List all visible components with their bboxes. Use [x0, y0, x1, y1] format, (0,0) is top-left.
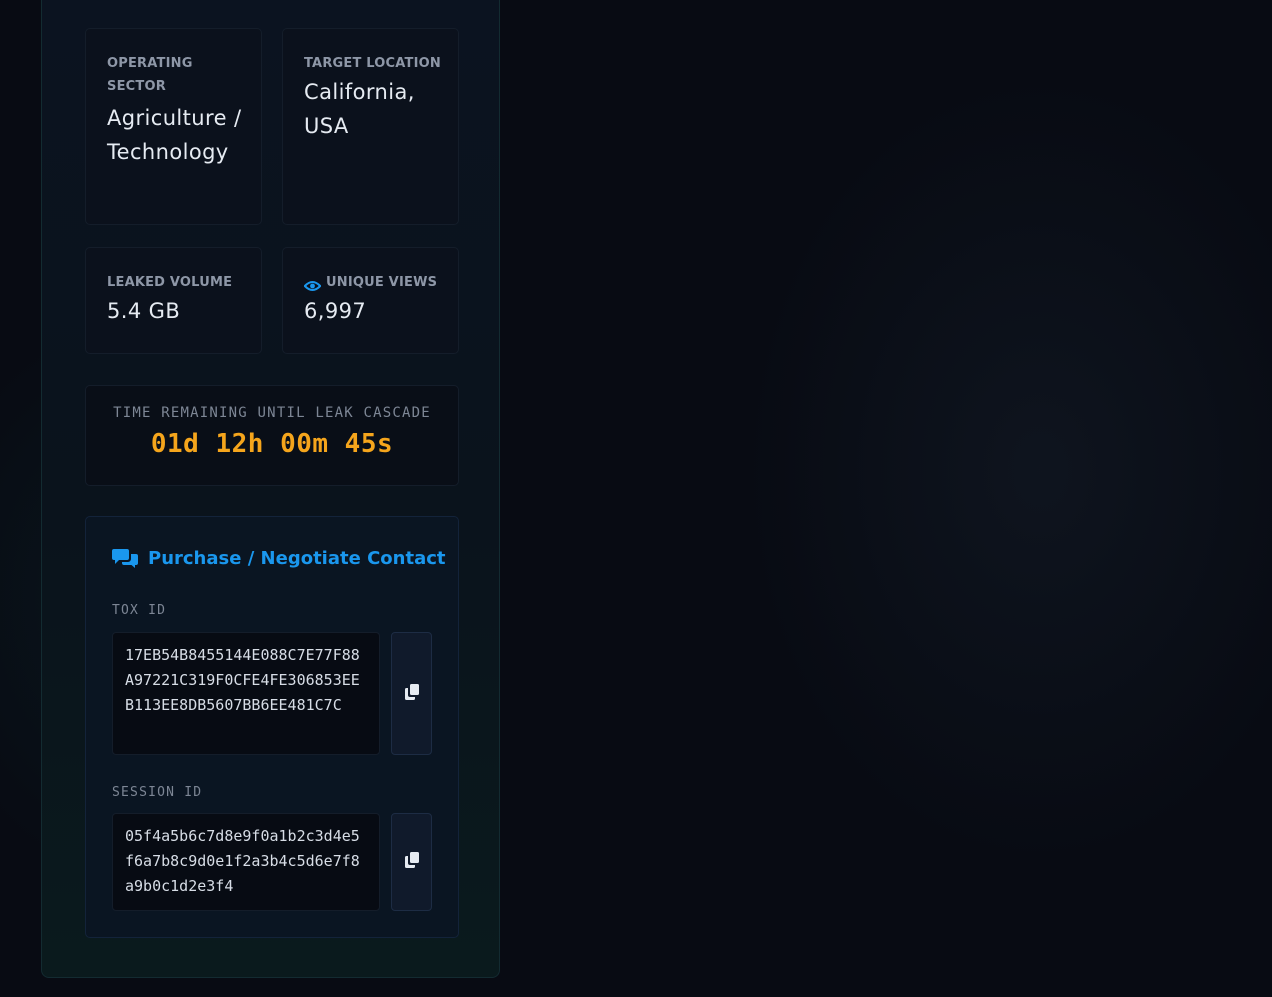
- sector-label: OPERATING SECTOR: [107, 56, 193, 94]
- contact-header: Purchase / Negotiate Contact: [112, 547, 445, 569]
- session-id-label: SESSION ID: [112, 785, 203, 800]
- copy-icon: [403, 851, 421, 873]
- sector-value: Agriculture / Technology: [107, 106, 242, 164]
- volume-card: LEAKED VOLUME 5.4 GB: [85, 247, 262, 354]
- views-label-row: UNIQUE VIEWS: [303, 271, 458, 294]
- countdown-card: TIME REMAINING UNTIL LEAK CASCADE 01d 12…: [85, 385, 459, 486]
- views-card: UNIQUE VIEWS 6,997: [282, 247, 459, 354]
- sector-card: OPERATING SECTOR Agriculture / Technolog…: [85, 28, 262, 225]
- views-label: UNIQUE VIEWS: [326, 275, 438, 290]
- countdown-label: TIME REMAINING UNTIL LEAK CASCADE: [113, 405, 431, 421]
- volume-label: LEAKED VOLUME: [107, 275, 233, 290]
- copy-icon: [403, 683, 421, 705]
- contact-title: Purchase / Negotiate Contact: [148, 547, 446, 569]
- copy-tox-id-button[interactable]: [391, 632, 432, 755]
- volume-value: 5.4 GB: [107, 299, 181, 323]
- copy-session-id-button[interactable]: [391, 813, 432, 911]
- location-label: TARGET LOCATION: [304, 56, 441, 71]
- views-value: 6,997: [304, 299, 367, 323]
- countdown-timer: 01d 12h 00m 45s: [150, 429, 394, 459]
- location-value: California, USA: [304, 80, 415, 138]
- tox-id-label: TOX ID: [112, 603, 167, 618]
- contact-card: Purchase / Negotiate Contact TOX ID 17EB…: [85, 516, 459, 938]
- leak-details-panel: OPERATING SECTOR Agriculture / Technolog…: [41, 0, 500, 978]
- chat-bubbles-icon: [112, 547, 138, 569]
- tox-id-field[interactable]: 17EB54B8455144E088C7E77F88A97221C319F0CF…: [112, 632, 380, 755]
- location-card: TARGET LOCATION California, USA: [282, 28, 459, 225]
- eye-icon: [303, 277, 322, 291]
- session-id-field[interactable]: 05f4a5b6c7d8e9f0a1b2c3d4e5f6a7b8c9d0e1f2…: [112, 813, 380, 911]
